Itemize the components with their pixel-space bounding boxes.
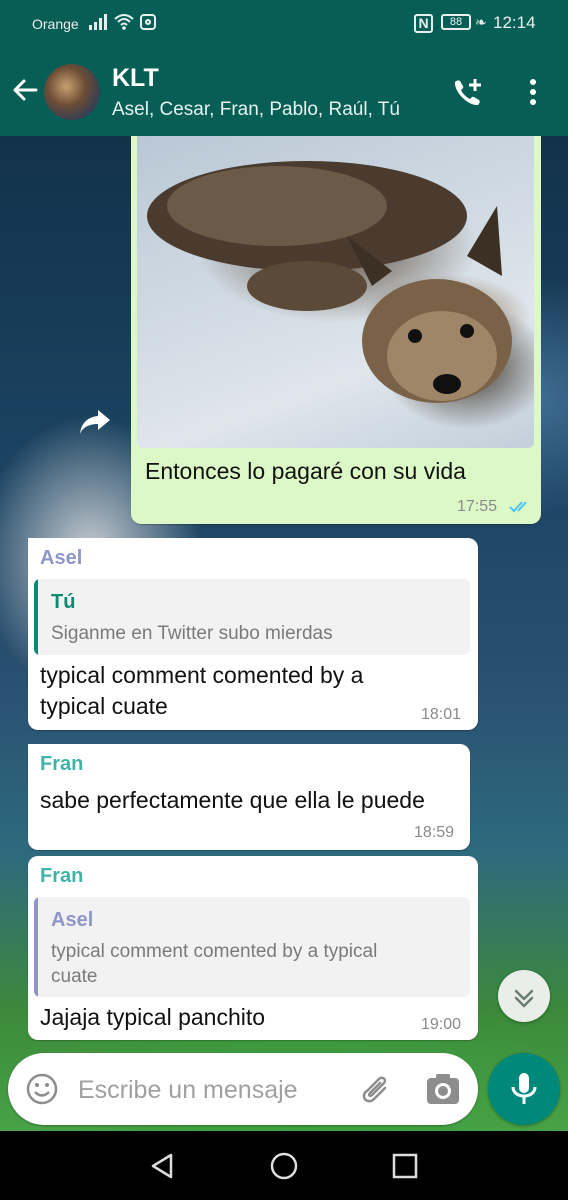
forward-icon[interactable] xyxy=(78,406,112,436)
quoted-message[interactable]: Tú Siganme en Twitter subo mierdas xyxy=(34,579,470,655)
sender-name[interactable]: Asel xyxy=(40,547,82,570)
attach-icon[interactable] xyxy=(358,1071,394,1107)
wifi-icon xyxy=(114,14,134,30)
group-members[interactable]: Asel, Cesar, Fran, Pablo, Raúl, Tú xyxy=(112,99,400,121)
image-caption: Entonces lo pagaré con su vida xyxy=(145,458,466,484)
quoted-message[interactable]: Asel typical comment comented by a typic… xyxy=(34,897,470,997)
quoted-text: Siganme en Twitter subo mierdas xyxy=(51,623,333,644)
quoted-sender: Tú xyxy=(51,591,76,613)
nav-home-icon[interactable] xyxy=(269,1151,299,1181)
battery-saver-icon: ❧ xyxy=(475,14,487,30)
more-vert-icon[interactable] xyxy=(520,77,546,107)
message-text: Jajaja typical panchito xyxy=(40,1004,266,1030)
scroll-down-icon xyxy=(514,989,534,1008)
message-time: 19:00 xyxy=(421,1016,462,1033)
group-avatar[interactable] xyxy=(44,64,100,120)
mic-icon xyxy=(511,1073,537,1104)
camera-icon[interactable] xyxy=(425,1072,461,1106)
incoming-message[interactable]: Fran Asel typical comment comented by a … xyxy=(28,856,478,1040)
nfc-icon: N xyxy=(414,14,433,33)
quoted-text-line: cuate xyxy=(51,966,98,987)
message-text-line: typical cuate xyxy=(40,693,168,719)
message-text-line: typical comment comented by a xyxy=(40,662,364,688)
dog-illustration xyxy=(147,161,512,403)
carrier-label: Orange xyxy=(32,16,79,32)
incoming-message[interactable]: Fran sabe perfectamente que ella le pued… xyxy=(28,744,470,850)
outgoing-image-message[interactable]: Entonces lo pagaré con su vida 17:55 xyxy=(131,136,541,524)
quote-bar xyxy=(34,579,38,655)
chat-wallpaper: Entonces lo pagaré con su vida 17:55 Ase… xyxy=(0,136,568,1131)
incoming-message[interactable]: Asel Tú Siganme en Twitter subo mierdas … xyxy=(28,538,478,730)
quote-bar xyxy=(34,897,38,997)
back-arrow-icon[interactable] xyxy=(10,75,40,105)
quoted-sender: Asel xyxy=(51,909,94,931)
group-name[interactable]: KLT xyxy=(112,64,159,93)
scroll-to-bottom-button[interactable] xyxy=(498,970,550,1022)
add-call-icon[interactable] xyxy=(450,76,484,110)
read-receipt-icon xyxy=(509,501,527,513)
message-time: 17:55 xyxy=(457,498,498,515)
quoted-text-line: typical comment comented by a typical xyxy=(51,941,378,962)
instagram-icon xyxy=(140,14,156,30)
status-bar: Orange N 88 ❧ 12:14 xyxy=(0,0,568,47)
signal-icon xyxy=(89,14,107,30)
sender-name[interactable]: Fran xyxy=(40,753,83,776)
battery-icon: 88 xyxy=(441,14,471,30)
message-input[interactable] xyxy=(76,1073,340,1107)
system-nav-bar xyxy=(0,1131,568,1200)
nav-recents-icon[interactable] xyxy=(390,1151,420,1181)
emoji-icon[interactable] xyxy=(25,1072,59,1106)
message-time: 18:59 xyxy=(414,824,455,841)
message-composer xyxy=(8,1053,478,1125)
chat-header: KLT Asel, Cesar, Fran, Pablo, Raúl, Tú xyxy=(0,47,568,136)
message-text: sabe perfectamente que ella le puede xyxy=(40,787,425,813)
sender-name[interactable]: Fran xyxy=(40,865,83,888)
dog-photo[interactable] xyxy=(137,136,534,448)
nav-back-icon[interactable] xyxy=(148,1151,178,1181)
voice-record-button[interactable] xyxy=(488,1053,560,1125)
message-time: 18:01 xyxy=(421,706,462,723)
clock: 12:14 xyxy=(493,13,536,32)
